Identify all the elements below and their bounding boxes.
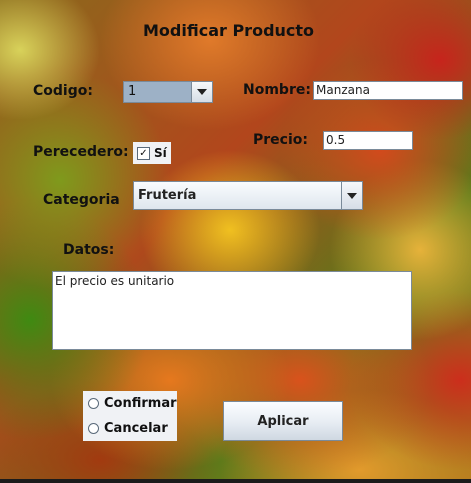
categoria-value: Frutería [138, 188, 197, 203]
page-title: Modificar Producto [143, 21, 315, 40]
codigo-select[interactable]: 1 [123, 81, 213, 103]
nombre-field[interactable]: Manzana [313, 81, 463, 100]
aplicar-button[interactable]: Aplicar [223, 401, 343, 441]
nombre-label: Nombre: [243, 82, 311, 98]
precio-label: Precio: [253, 132, 308, 148]
perecedero-checkbox[interactable]: ✓ Sí [133, 142, 171, 164]
datos-label: Datos: [63, 242, 115, 258]
action-radio-group: Confirmar Cancelar [83, 391, 177, 441]
window-bottom-border [0, 479, 471, 483]
categoria-select[interactable]: Frutería [133, 181, 363, 210]
chevron-down-icon[interactable] [341, 182, 362, 209]
chevron-down-icon[interactable] [191, 82, 212, 102]
check-icon[interactable]: ✓ [137, 146, 150, 160]
codigo-value: 1 [128, 84, 137, 99]
perecedero-label: Perecedero: [33, 144, 129, 160]
cancelar-radio[interactable]: Cancelar [88, 421, 168, 436]
codigo-label: Codigo: [33, 83, 93, 99]
confirmar-radio[interactable]: Confirmar [88, 396, 177, 411]
precio-field[interactable]: 0.5 [323, 131, 413, 150]
perecedero-option: Sí [154, 146, 167, 160]
radio-icon[interactable] [88, 423, 99, 434]
categoria-label: Categoria [43, 192, 120, 208]
datos-textarea[interactable]: El precio es unitario [52, 271, 412, 350]
confirmar-label: Confirmar [104, 396, 177, 411]
cancelar-label: Cancelar [104, 421, 168, 436]
radio-icon[interactable] [88, 398, 99, 409]
